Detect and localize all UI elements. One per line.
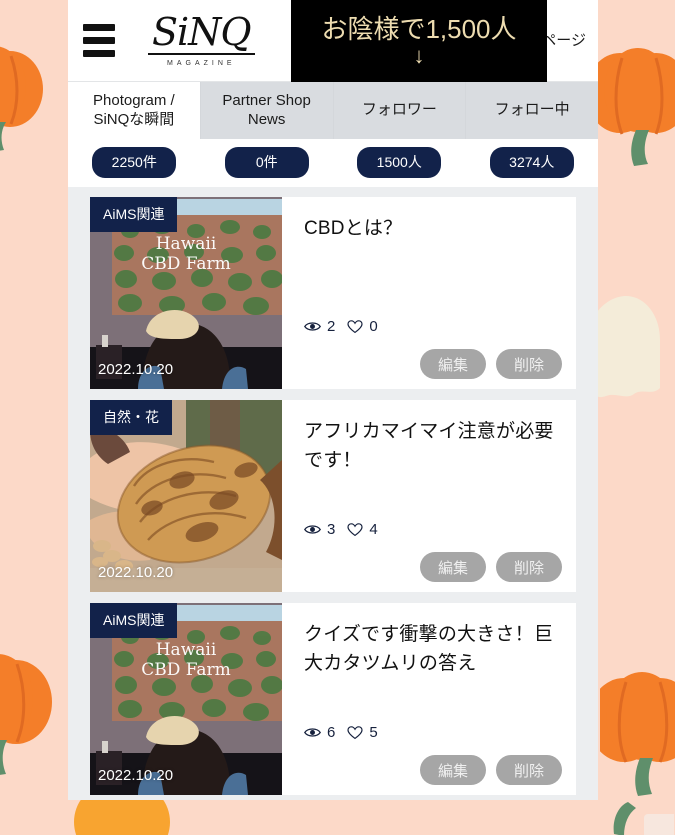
post-thumbnail[interactable]: Hawaii CBD Farm AiMS関連 2022.10.20 (90, 197, 282, 389)
svg-text:Hawaii: Hawaii (156, 234, 217, 254)
tab-label-line1: Photogram / (93, 92, 175, 110)
eye-icon (304, 525, 321, 534)
post-card[interactable]: 自然・花 2022.10.20 アフリカマイマイ注意が必要です！ 3 4 編集 … (90, 400, 576, 592)
page-label: ページ (541, 32, 586, 49)
stat-cell: 2250件 (68, 147, 201, 178)
post-title: クイズです衝撃の大きさ！巨大カタツムリの答え (304, 624, 554, 674)
delete-button[interactable]: 削除 (496, 349, 562, 379)
pumpkin-decoration (604, 800, 674, 835)
promo-arrow-icon: ↓ (413, 43, 425, 69)
heart-icon (347, 522, 363, 536)
post-card[interactable]: Hawaii CBD Farm AiMS関連 2022.10.20 CBDとは？… (90, 197, 576, 389)
post-category-badge: 自然・花 (90, 400, 172, 435)
svg-text:CBD Farm: CBD Farm (141, 660, 231, 680)
tab-photogram[interactable]: Photogram / SiNQな瞬間 (68, 82, 201, 139)
edit-button[interactable]: 編集 (420, 552, 486, 582)
eye-icon (304, 322, 321, 331)
view-count: 6 (327, 724, 336, 741)
eye-icon (304, 728, 321, 737)
stat-cell: 3274人 (466, 147, 599, 178)
view-count: 2 (327, 318, 336, 335)
heart-icon (347, 725, 363, 739)
tab-label-line2: SiNQな瞬間 (93, 110, 175, 128)
like-count: 5 (369, 724, 378, 741)
site-header: SiNQ MAGAZINE https: ページ お陰様で1,500人 ↓ (68, 0, 598, 82)
post-actions: 編集 削除 (420, 552, 562, 582)
post-date: 2022.10.20 (98, 361, 174, 378)
hamburger-menu-icon[interactable] (68, 0, 130, 82)
tab-label-line2: News (247, 110, 286, 128)
post-stats: 3 4 (304, 521, 384, 538)
post-thumbnail[interactable]: 自然・花 2022.10.20 (90, 400, 282, 592)
tab-bar: Photogram / SiNQな瞬間 Partner Shop News フォ… (68, 82, 598, 139)
post-body: アフリカマイマイ注意が必要です！ 3 4 編集 削除 (282, 400, 576, 592)
post-thumbnail[interactable]: Hawaii CBD Farm AiMS関連 2022.10.20 (90, 603, 282, 795)
post-body: クイズです衝撃の大きさ！巨大カタツムリの答え 6 5 編集 削除 (282, 603, 576, 795)
post-actions: 編集 削除 (420, 349, 562, 379)
logo-subtitle: MAGAZINE (167, 59, 236, 67)
tab-label-line1: フォロー中 (494, 101, 570, 119)
post-title: アフリカマイマイ注意が必要です！ (304, 421, 554, 471)
view-count: 3 (327, 521, 336, 538)
stat-pill-following-count[interactable]: 3274人 (489, 147, 574, 178)
post-category-badge: AiMS関連 (90, 603, 178, 638)
promo-banner[interactable]: お陰様で1,500人 ↓ (291, 0, 547, 82)
post-stats: 6 5 (304, 724, 384, 741)
post-list: Hawaii CBD Farm AiMS関連 2022.10.20 CBDとは？… (68, 187, 598, 795)
post-card[interactable]: Hawaii CBD Farm AiMS関連 2022.10.20 クイズです衝… (90, 603, 576, 795)
logo-wordmark: SiNQ (148, 13, 255, 55)
like-count: 0 (369, 318, 378, 335)
post-actions: 編集 削除 (420, 755, 562, 785)
like-count: 4 (369, 521, 378, 538)
tab-partner-shop-news[interactable]: Partner Shop News (200, 82, 334, 139)
edit-button[interactable]: 編集 (420, 755, 486, 785)
hamburger-bar (83, 24, 115, 31)
post-body: CBDとは？ 2 0 編集 削除 (282, 197, 576, 389)
site-logo[interactable]: SiNQ MAGAZINE (148, 13, 255, 67)
tab-label-line1: Partner Shop (222, 92, 311, 110)
delete-button[interactable]: 削除 (496, 755, 562, 785)
hamburger-bar (83, 50, 115, 57)
tab-following[interactable]: フォロー中 (466, 82, 598, 139)
stat-row: 2250件 0件 1500人 3274人 (68, 139, 598, 187)
pumpkin-decoration (0, 34, 78, 154)
post-date: 2022.10.20 (98, 767, 174, 784)
tab-label-line1: フォロワー (361, 101, 437, 119)
stat-pill-news-count[interactable]: 0件 (224, 147, 309, 178)
heart-icon (347, 319, 363, 333)
tab-followers[interactable]: フォロワー (333, 82, 467, 139)
post-title: CBDとは？ (304, 218, 403, 239)
stat-cell: 1500人 (333, 147, 466, 178)
stat-pill-photogram-count[interactable]: 2250件 (92, 147, 177, 178)
post-date: 2022.10.20 (98, 564, 174, 581)
promo-banner-text: お陰様で1,500人 (321, 13, 517, 44)
delete-button[interactable]: 削除 (496, 552, 562, 582)
pumpkin-decoration (600, 660, 675, 800)
stat-pill-followers-count[interactable]: 1500人 (357, 147, 442, 178)
post-stats: 2 0 (304, 318, 384, 335)
app-viewport: SiNQ MAGAZINE https: ページ お陰様で1,500人 ↓ Ph… (68, 0, 598, 800)
stat-cell: 0件 (201, 147, 334, 178)
hamburger-bar (83, 37, 115, 44)
svg-text:Hawaii: Hawaii (156, 640, 217, 660)
pumpkin-decoration (598, 38, 675, 168)
svg-text:CBD Farm: CBD Farm (141, 254, 231, 274)
edit-button[interactable]: 編集 (420, 349, 486, 379)
post-category-badge: AiMS関連 (90, 197, 178, 232)
